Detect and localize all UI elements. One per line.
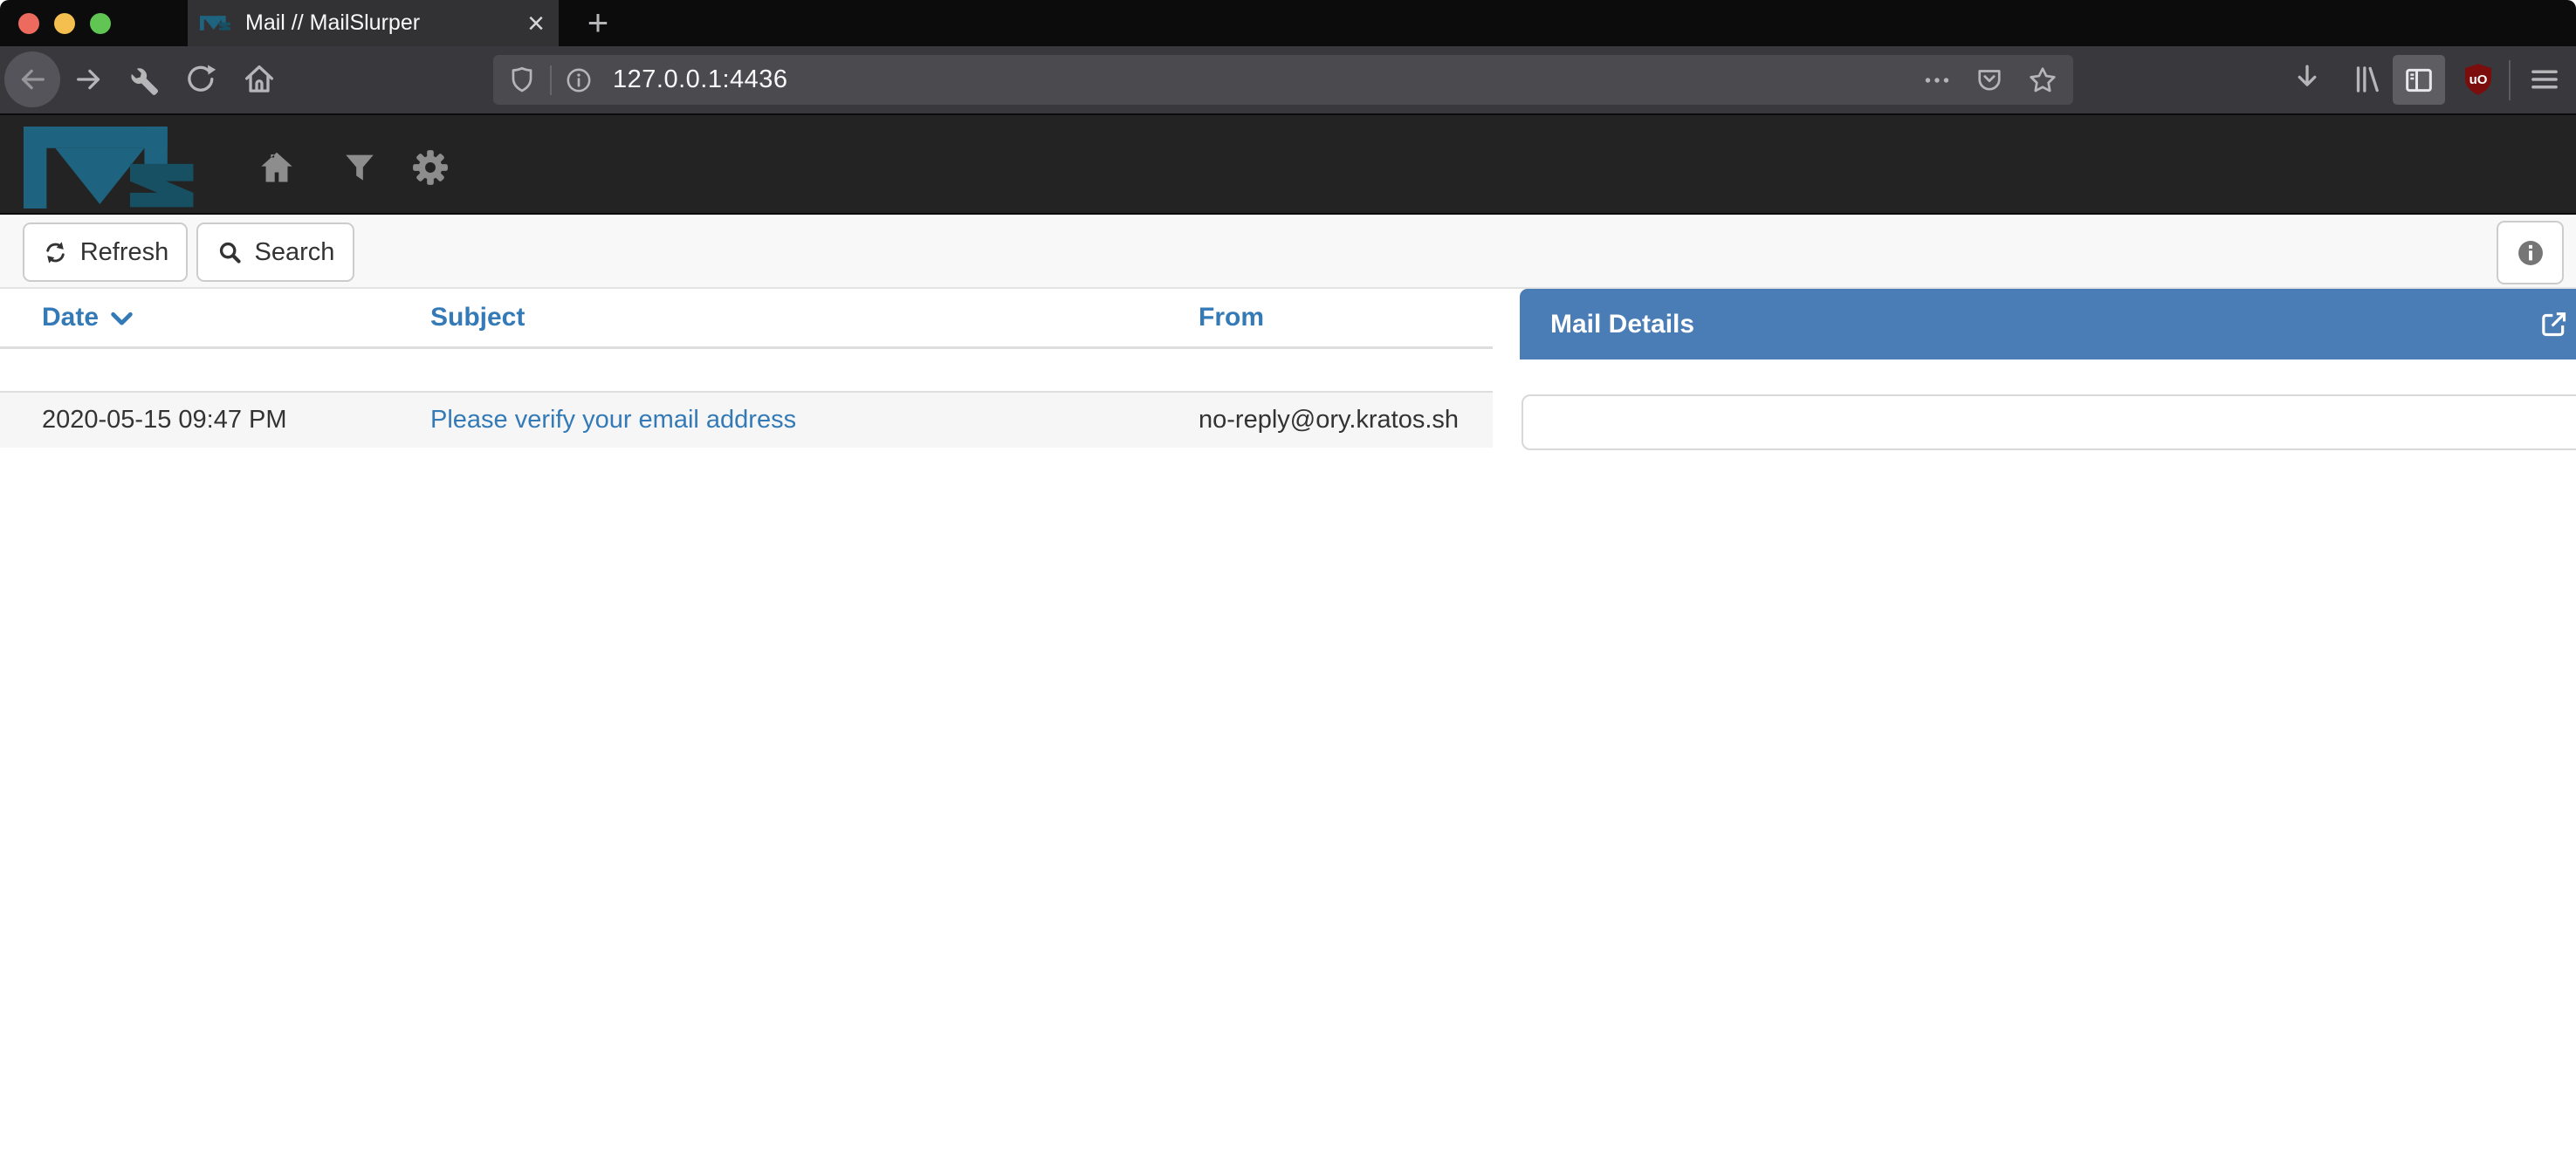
mailslurper-favicon-icon (200, 16, 232, 31)
refresh-button[interactable]: Refresh (23, 222, 188, 282)
sidebar-icon (2401, 63, 2436, 98)
filter-icon[interactable] (340, 147, 380, 188)
content-area: Date Subject From 2020-05-15 09:47 PM Pl… (0, 289, 2576, 1157)
back-icon (14, 61, 51, 98)
ublock-icon[interactable]: uO (2459, 60, 2497, 99)
reload-icon[interactable] (182, 61, 219, 98)
download-icon[interactable] (2289, 61, 2325, 98)
bookmark-star-icon[interactable] (2026, 64, 2059, 97)
mail-details-body (1522, 394, 2576, 450)
tracking-shield-icon[interactable] (506, 65, 538, 96)
browser-toolbar: 127.0.0.1:4436 (0, 46, 2576, 115)
tab-bar: Mail // MailSlurper × + (0, 0, 2576, 46)
page-actions-icon[interactable] (1921, 65, 1953, 96)
sort-desc-icon (110, 311, 134, 329)
search-button-label: Search (255, 238, 335, 267)
mailslurper-logo[interactable] (24, 127, 203, 209)
app-navbar (0, 115, 2576, 215)
address-bar[interactable]: 127.0.0.1:4436 (493, 55, 2073, 105)
page-info-icon[interactable] (564, 65, 594, 95)
refresh-icon (42, 239, 69, 266)
menu-icon[interactable] (2526, 61, 2563, 98)
info-button[interactable] (2497, 221, 2564, 284)
mail-date: 2020-05-15 09:47 PM (42, 406, 287, 435)
mail-details-panel: Mail Details (1520, 289, 2576, 450)
tab-close-icon[interactable]: × (527, 9, 545, 38)
info-circle-icon (2515, 237, 2546, 269)
window-close-button[interactable] (18, 13, 39, 34)
browser-tab[interactable]: Mail // MailSlurper × (188, 0, 559, 46)
home-icon[interactable] (241, 61, 278, 98)
mail-list-header: Date Subject From (0, 289, 1493, 349)
mail-list: Date Subject From 2020-05-15 09:47 PM Pl… (0, 289, 1493, 448)
mail-subject-link[interactable]: Please verify your email address (430, 406, 796, 434)
mail-list-spacer-row (0, 349, 1493, 391)
ublock-badge-text: uO (2470, 72, 2488, 87)
column-header-from[interactable]: From (1174, 303, 1493, 332)
forward-icon[interactable] (71, 61, 107, 98)
tab-title: Mail // MailSlurper (245, 10, 527, 36)
window-zoom-button[interactable] (90, 13, 111, 34)
search-icon (216, 239, 244, 266)
mail-details-title: Mail Details (1550, 310, 1694, 339)
column-header-subject[interactable]: Subject (406, 303, 1174, 332)
app-button-toolbar: Refresh Search (0, 216, 2576, 289)
pocket-icon[interactable] (1974, 65, 2005, 96)
external-link-icon[interactable] (2536, 307, 2571, 342)
browser-window: Mail // MailSlurper × + (0, 0, 2576, 1157)
wrench-icon[interactable] (126, 61, 162, 98)
refresh-button-label: Refresh (80, 238, 169, 267)
mail-row[interactable]: 2020-05-15 09:47 PM Please verify your e… (0, 391, 1493, 448)
url-text: 127.0.0.1:4436 (613, 65, 788, 94)
url-divider (550, 65, 552, 95)
mail-from: no-reply@ory.kratos.sh (1199, 406, 1459, 434)
settings-gear-icon[interactable] (410, 147, 450, 188)
column-header-date[interactable]: Date (0, 303, 406, 332)
column-header-date-label: Date (42, 303, 99, 332)
sidebar-toggle-button[interactable] (2393, 55, 2445, 105)
search-button[interactable]: Search (196, 222, 354, 282)
back-button[interactable] (4, 51, 60, 107)
app-home-icon[interactable] (257, 147, 297, 188)
window-minimize-button[interactable] (54, 13, 75, 34)
toolbar-divider (2509, 60, 2511, 100)
new-tab-button[interactable]: + (578, 3, 618, 44)
mail-details-header: Mail Details (1520, 289, 2576, 359)
library-icon[interactable] (2349, 61, 2386, 98)
